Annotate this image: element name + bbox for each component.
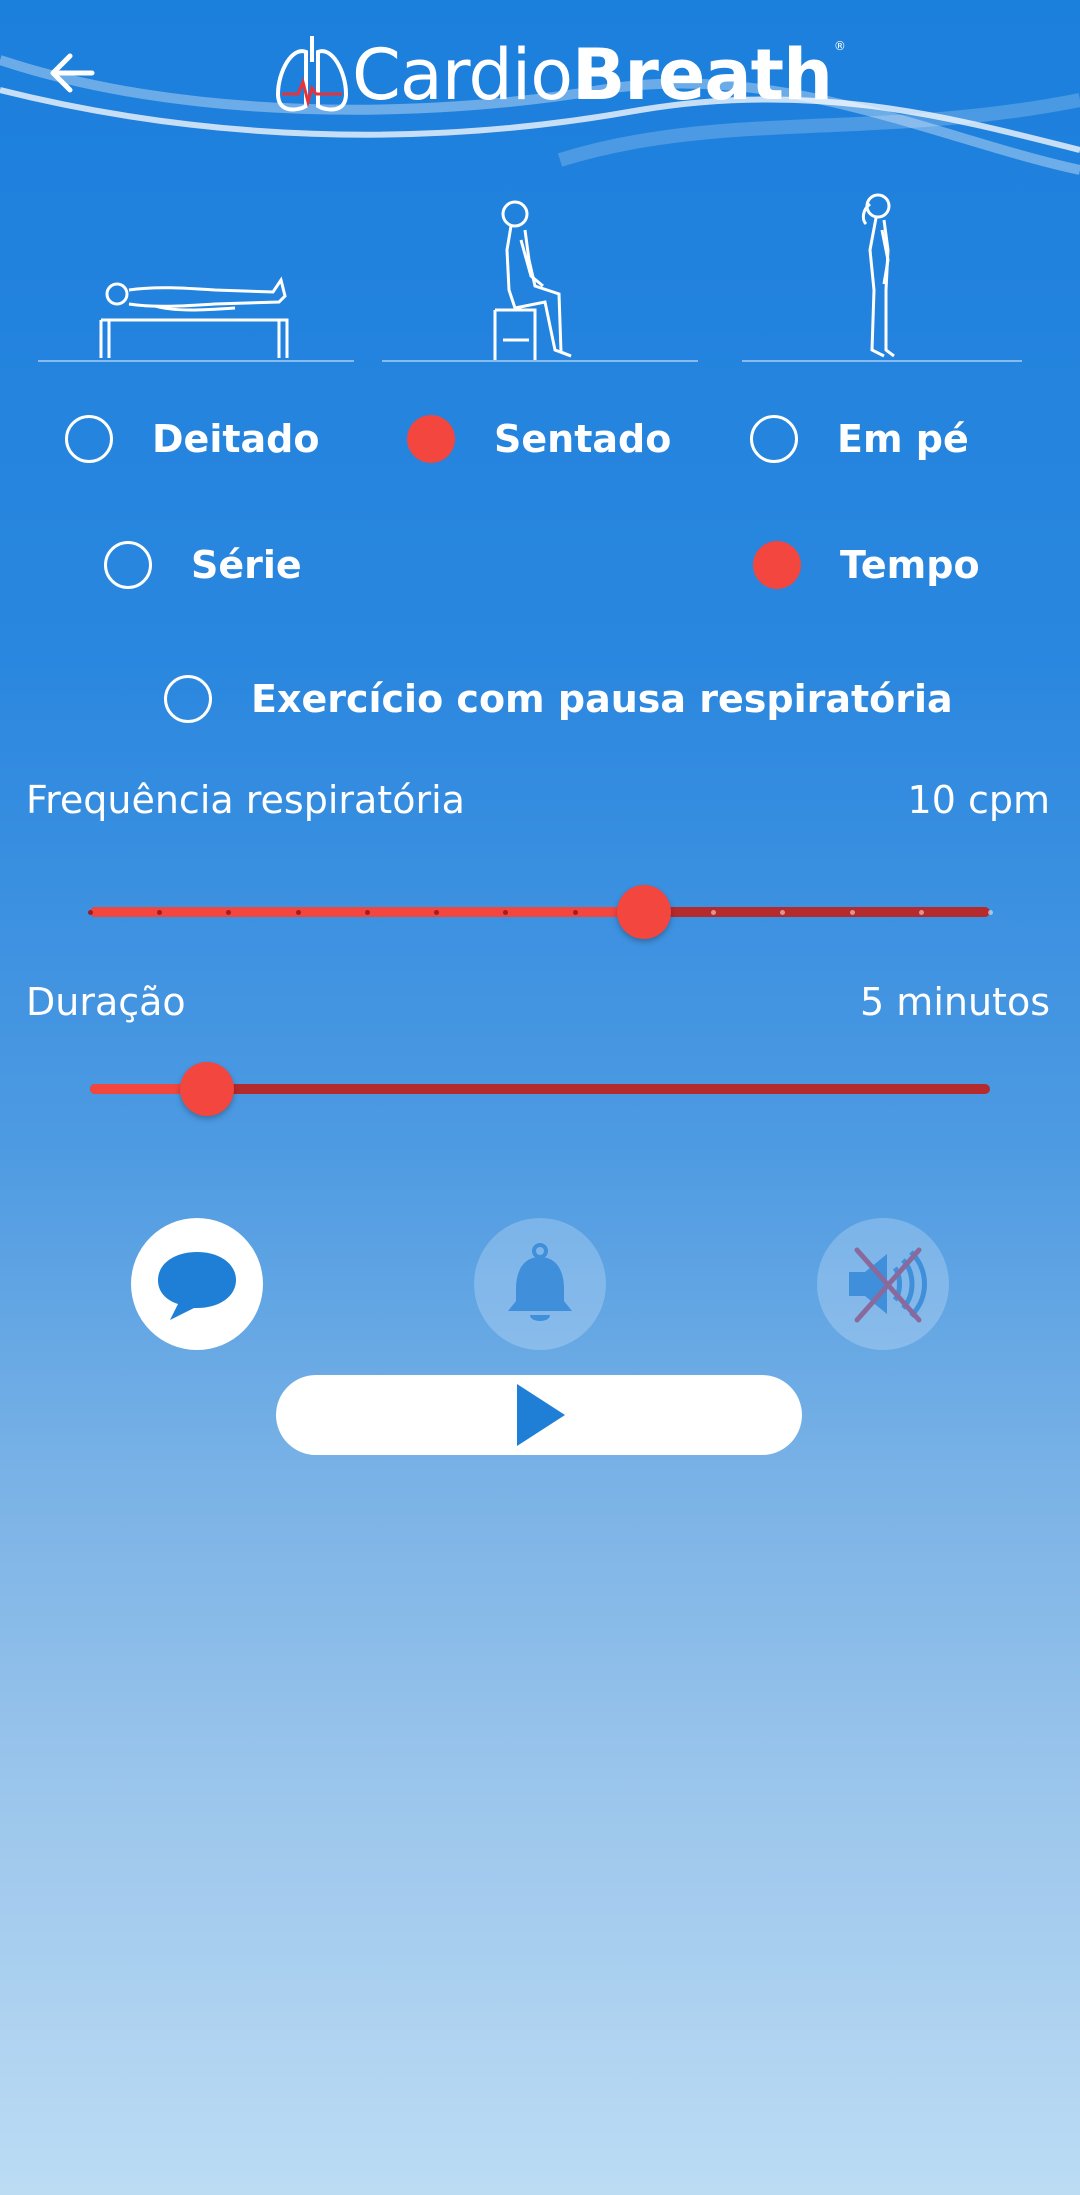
speaker-muted-icon xyxy=(849,1247,927,1323)
logo-word-bold: Breath xyxy=(572,34,833,116)
label-deitado[interactable]: Deitado xyxy=(152,415,319,463)
mute-button[interactable] xyxy=(817,1218,949,1350)
arrow-left-icon xyxy=(50,53,95,93)
play-icon xyxy=(517,1384,565,1446)
slider-thumb[interactable] xyxy=(616,885,671,939)
bell-icon xyxy=(508,1243,572,1321)
lungs-heartbeat-icon xyxy=(275,36,349,112)
frequency-value: 10 cpm xyxy=(907,778,1050,822)
slider-tick xyxy=(988,909,993,915)
radio-serie[interactable] xyxy=(104,541,152,589)
radio-pausa-respiratoria[interactable] xyxy=(164,675,212,723)
app-logo: CardioBreath ® xyxy=(272,30,846,120)
slider-tick xyxy=(88,909,93,915)
slider-tick xyxy=(918,909,924,915)
slider-tick xyxy=(711,909,717,915)
play-button[interactable] xyxy=(276,1375,802,1455)
sitting-figure-icon xyxy=(493,200,572,360)
standing-figure-icon xyxy=(861,193,895,358)
frequency-label: Frequência respiratória xyxy=(26,778,465,822)
slider-thumb[interactable] xyxy=(180,1062,234,1116)
speech-bubble-icon xyxy=(158,1252,236,1320)
slider-tick xyxy=(849,909,855,915)
radio-em-pe[interactable] xyxy=(750,415,798,463)
label-em-pe[interactable]: Em pé xyxy=(837,415,969,463)
duration-label: Duração xyxy=(26,980,186,1024)
posture-baseline-2 xyxy=(382,360,698,362)
posture-baseline-3 xyxy=(742,360,1022,362)
back-button[interactable] xyxy=(40,40,110,110)
label-tempo[interactable]: Tempo xyxy=(840,541,980,589)
label-serie[interactable]: Série xyxy=(191,541,302,589)
duration-value: 5 minutos xyxy=(860,980,1050,1024)
slider-tick xyxy=(434,909,440,915)
label-sentado[interactable]: Sentado xyxy=(494,415,671,463)
speech-button[interactable] xyxy=(131,1218,263,1350)
lying-figure-icon xyxy=(99,276,289,358)
slider-tick xyxy=(157,909,163,915)
slider-tick xyxy=(572,909,578,915)
radio-sentado[interactable] xyxy=(407,415,455,463)
logo-word-regular: Cardio xyxy=(352,34,573,116)
registered-mark: ® xyxy=(833,39,846,53)
slider-tick xyxy=(295,909,301,915)
bell-button[interactable] xyxy=(474,1218,606,1350)
logo-wordmark: CardioBreath ® xyxy=(352,39,846,110)
posture-baseline-1 xyxy=(38,360,354,362)
radio-tempo[interactable] xyxy=(753,541,801,589)
slider-tick xyxy=(780,909,786,915)
label-pausa-respiratoria[interactable]: Exercício com pausa respiratória xyxy=(251,675,953,723)
slider-tick xyxy=(364,909,370,915)
radio-deitado[interactable] xyxy=(65,415,113,463)
slider-tick xyxy=(503,909,509,915)
